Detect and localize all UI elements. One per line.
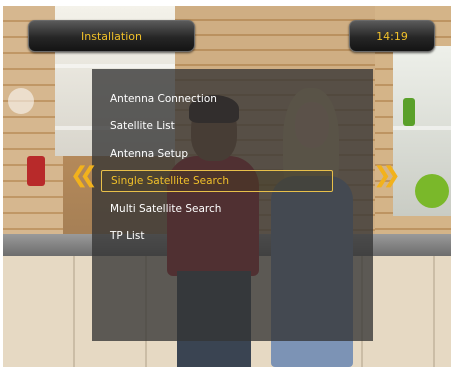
installation-menu: Antenna Connection Satellite List Antenn… bbox=[101, 88, 333, 252]
menu-item-satellite-list[interactable]: Satellite List bbox=[101, 115, 333, 137]
channel-logo bbox=[8, 88, 34, 114]
double-chevron-right-icon[interactable]: ❯❯ bbox=[373, 163, 401, 189]
glass-shelf bbox=[393, 126, 451, 130]
clock: 14:19 bbox=[349, 20, 435, 52]
menu-item-multi-satellite-search[interactable]: Multi Satellite Search bbox=[101, 198, 333, 220]
double-chevron-left-icon[interactable]: ❮❮ bbox=[70, 163, 98, 189]
green-jug bbox=[415, 174, 449, 208]
page-title: Installation bbox=[28, 20, 195, 52]
menu-item-tp-list[interactable]: TP List bbox=[101, 225, 333, 247]
red-canister bbox=[27, 156, 45, 186]
green-bottle bbox=[403, 98, 415, 126]
menu-item-antenna-setup[interactable]: Antenna Setup bbox=[101, 143, 333, 165]
menu-item-antenna-connection[interactable]: Antenna Connection bbox=[101, 88, 333, 110]
glass-shelf bbox=[55, 64, 175, 68]
menu-item-single-satellite-search[interactable]: Single Satellite Search bbox=[101, 170, 333, 193]
